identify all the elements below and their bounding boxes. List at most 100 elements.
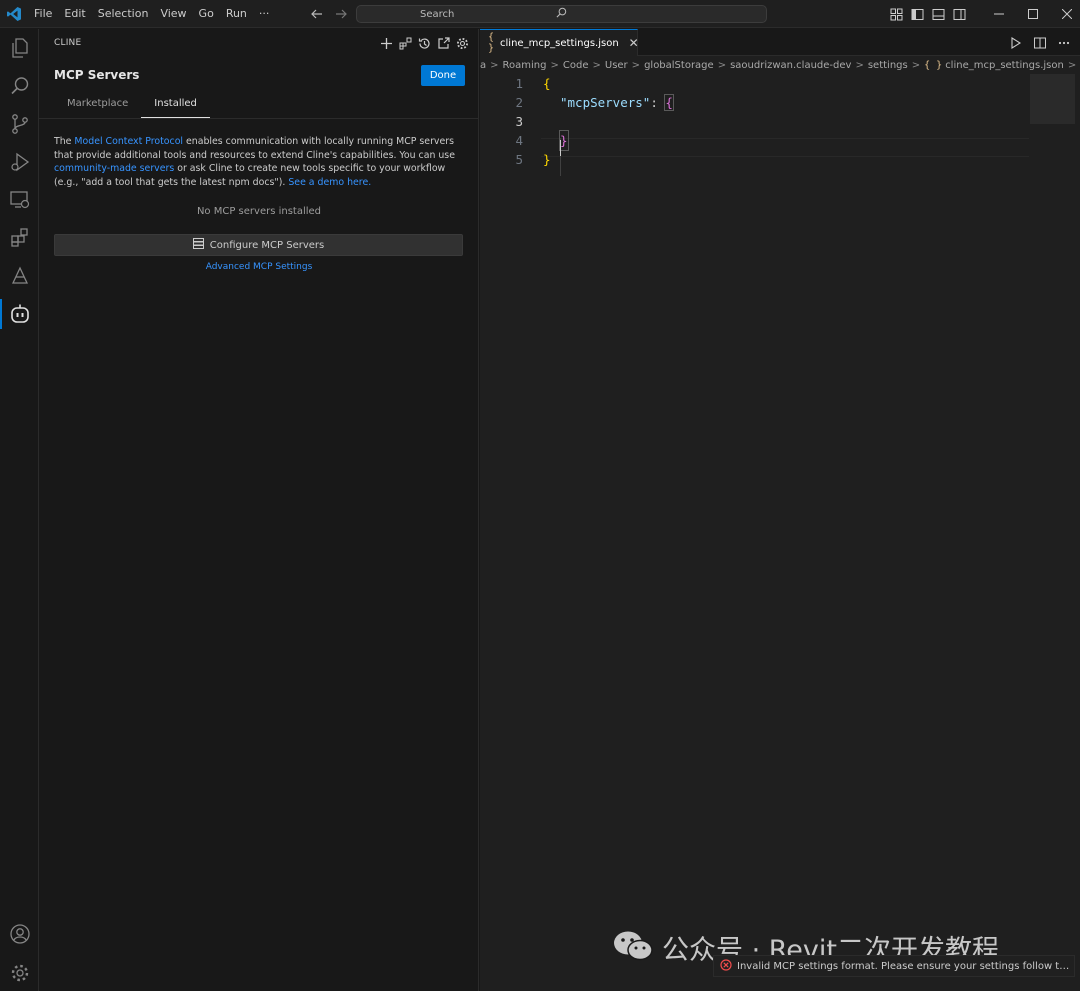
- command-center-search[interactable]: Search: [356, 5, 767, 23]
- json-file-icon: { }: [924, 59, 943, 71]
- text-cursor: [560, 140, 561, 156]
- tab-installed[interactable]: Installed: [141, 92, 210, 118]
- breadcrumb-item[interactable]: Roaming: [503, 60, 547, 71]
- activity-bar: [0, 29, 39, 991]
- search-icon[interactable]: [0, 67, 39, 105]
- wechat-logo-icon: [612, 928, 654, 967]
- search-label: Search: [420, 8, 455, 20]
- code-text: }: [543, 152, 551, 167]
- mcp-servers-icon[interactable]: [397, 34, 413, 52]
- editor-tab-label: cline_mcp_settings.json: [500, 37, 619, 49]
- search-icon: [556, 7, 567, 21]
- breadcrumb-item[interactable]: cline_mcp_settings.json: [945, 60, 1064, 71]
- menu-run[interactable]: Run: [220, 0, 253, 28]
- back-arrow-icon[interactable]: [308, 5, 326, 23]
- chevron-right-icon: >: [1067, 59, 1077, 71]
- error-notification[interactable]: Invalid MCP settings format. Please ensu…: [713, 955, 1075, 977]
- chevron-right-icon: >: [855, 59, 864, 71]
- close-icon[interactable]: [1050, 0, 1080, 28]
- json-key: "mcpServers": [560, 95, 651, 110]
- split-editor-icon[interactable]: [1030, 33, 1050, 53]
- code-line: 4 }: [480, 130, 1080, 151]
- editor-tab-bar: { } cline_mcp_settings.json ✕: [480, 29, 1080, 56]
- chevron-right-icon: >: [911, 59, 921, 71]
- explorer-icon[interactable]: [0, 29, 39, 67]
- extensions-icon[interactable]: [0, 219, 39, 257]
- model-context-protocol-link[interactable]: Model Context Protocol: [74, 136, 183, 147]
- json-file-icon: { }: [488, 32, 495, 54]
- testing-icon[interactable]: [0, 257, 39, 295]
- customize-layout-icon[interactable]: [886, 0, 907, 28]
- breadcrumb-item[interactable]: settings: [868, 60, 908, 71]
- menu-more[interactable]: ···: [253, 0, 276, 28]
- tabs-divider: [39, 118, 479, 119]
- breadcrumb-item[interactable]: globalStorage: [644, 60, 714, 71]
- chevron-right-icon: >: [490, 59, 499, 71]
- code-line: 1 {: [480, 74, 1080, 93]
- vertical-scrollbar[interactable]: [1075, 74, 1080, 991]
- more-actions-icon[interactable]: [1054, 33, 1074, 53]
- history-icon[interactable]: [416, 34, 432, 52]
- community-servers-link[interactable]: community-made servers: [54, 163, 174, 174]
- mcp-tabs: Marketplace Installed: [54, 92, 210, 118]
- breadcrumb: a > Roaming > Code > User > globalStorage > s…: [480, 56, 1080, 74]
- minimize-icon[interactable]: [982, 0, 1016, 28]
- line-number: 4: [515, 133, 523, 148]
- code-text: {: [543, 76, 551, 91]
- menu-go[interactable]: Go: [193, 0, 220, 28]
- editor-group: { } cline_mcp_settings.json ✕ a > Roaming…: [480, 29, 1080, 991]
- toggle-panel-icon[interactable]: [928, 0, 949, 28]
- breadcrumb-item[interactable]: saoudrizwan.claude-dev: [730, 60, 851, 71]
- done-button[interactable]: Done: [421, 65, 465, 86]
- forward-arrow-icon[interactable]: [332, 5, 350, 23]
- notification-message: Invalid MCP settings format. Please ensu…: [737, 960, 1074, 972]
- maximize-icon[interactable]: [1016, 0, 1050, 28]
- code-line: 2 "mcpServers": {: [480, 93, 1080, 112]
- sidebar-header: CLINE: [39, 29, 479, 57]
- menu-selection[interactable]: Selection: [92, 0, 155, 28]
- menu-edit[interactable]: Edit: [58, 0, 91, 28]
- chevron-right-icon: >: [592, 59, 601, 71]
- menu-bar: File Edit Selection View Go Run ···: [28, 0, 275, 28]
- empty-state-text: No MCP servers installed: [196, 206, 322, 217]
- line-number: 2: [515, 95, 523, 110]
- tab-marketplace[interactable]: Marketplace: [54, 92, 141, 118]
- breadcrumb-item[interactable]: User: [605, 60, 628, 71]
- cline-icon[interactable]: [0, 295, 39, 333]
- sidebar-title: CLINE: [54, 38, 82, 48]
- line-number: 3: [515, 114, 523, 129]
- server-icon: [192, 238, 204, 252]
- run-debug-icon[interactable]: [0, 143, 39, 181]
- minimap[interactable]: [1030, 74, 1076, 124]
- manage-gear-icon[interactable]: [0, 954, 39, 991]
- source-control-icon[interactable]: [0, 105, 39, 143]
- menu-file[interactable]: File: [28, 0, 58, 28]
- code-line: 3: [480, 112, 1080, 131]
- error-icon: [720, 958, 732, 974]
- close-tab-icon[interactable]: ✕: [629, 36, 639, 50]
- line-number: 1: [515, 76, 523, 91]
- mcp-description: The Model Context Protocol enables commu…: [54, 135, 464, 189]
- run-icon[interactable]: [1006, 33, 1026, 53]
- json-brace: {: [664, 94, 674, 111]
- breadcrumb-item[interactable]: Code: [563, 60, 589, 71]
- chevron-right-icon: >: [717, 59, 727, 71]
- configure-label: Configure MCP Servers: [209, 239, 325, 251]
- demo-link[interactable]: See a demo here.: [288, 177, 371, 188]
- editor-tab-cline-mcp-settings[interactable]: { } cline_mcp_settings.json ✕: [480, 29, 639, 56]
- code-text: }: [559, 130, 569, 151]
- toggle-secondary-sidebar-icon[interactable]: [949, 0, 970, 28]
- json-colon: :: [650, 95, 666, 110]
- toggle-primary-sidebar-icon[interactable]: [907, 0, 928, 28]
- open-in-editor-icon[interactable]: [435, 34, 451, 52]
- remote-explorer-icon[interactable]: [0, 181, 39, 219]
- mcp-servers-title: MCP Servers: [54, 68, 140, 82]
- new-task-icon[interactable]: [378, 34, 394, 52]
- advanced-mcp-settings-link[interactable]: Advanced MCP Settings: [39, 262, 479, 272]
- configure-mcp-servers-button[interactable]: Configure MCP Servers: [54, 234, 463, 256]
- accounts-icon[interactable]: [0, 915, 39, 953]
- settings-icon[interactable]: [454, 34, 470, 52]
- code-line: 5 }: [480, 150, 1080, 169]
- code-text: "mcpServers": {: [560, 93, 674, 112]
- menu-view[interactable]: View: [154, 0, 192, 28]
